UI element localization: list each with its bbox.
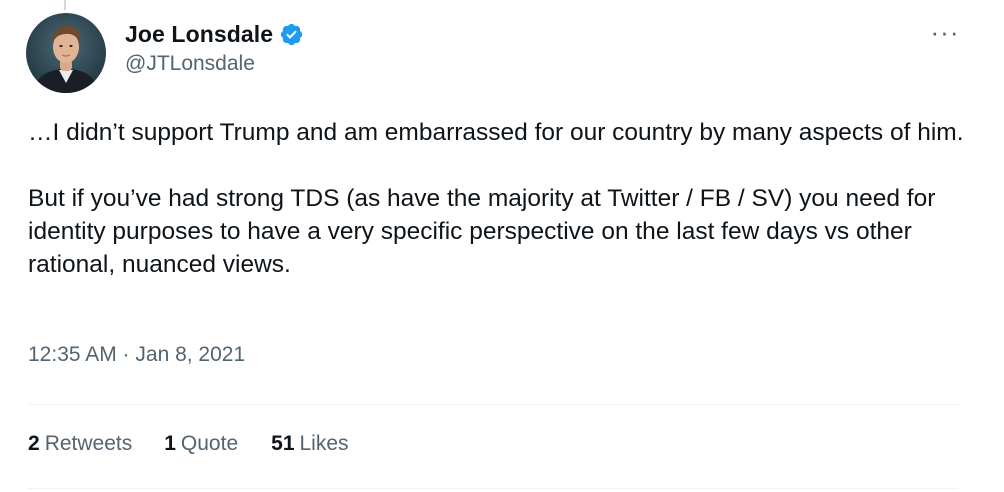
likes-label: Likes — [299, 432, 349, 455]
avatar[interactable] — [26, 13, 106, 93]
tweet-paragraph: But if you’ve had strong TDS (as have th… — [28, 185, 936, 278]
retweets-stat[interactable]: 2 Retweets — [28, 432, 132, 456]
likes-count: 51 — [271, 432, 295, 455]
profile-photo — [26, 13, 106, 93]
verified-badge-icon — [279, 22, 304, 47]
quotes-stat[interactable]: 1 Quote — [164, 432, 238, 456]
retweets-count: 2 — [28, 432, 40, 455]
author-display-name[interactable]: Joe Lonsdale — [125, 21, 273, 48]
divider — [28, 404, 958, 405]
thread-connector — [64, 0, 66, 10]
more-options-button[interactable]: ··· — [928, 17, 962, 47]
likes-stat[interactable]: 51 Likes — [271, 432, 348, 456]
more-icon: ··· — [930, 17, 960, 47]
tweet-paragraph: …I didn’t support Trump and am embarrass… — [28, 119, 964, 146]
tweet-text: …I didn’t support Trump and am embarrass… — [28, 116, 978, 281]
quotes-count: 1 — [164, 432, 176, 455]
retweets-label: Retweets — [44, 432, 133, 455]
author-handle[interactable]: @JTLonsdale — [125, 52, 255, 76]
author-name-row[interactable]: Joe Lonsdale — [125, 18, 304, 50]
quotes-label: Quote — [180, 432, 239, 455]
engagement-stats: 2 Retweets 1 Quote 51 Likes — [28, 432, 349, 456]
tweet-timestamp[interactable]: 12:35 AM · Jan 8, 2021 — [28, 343, 245, 367]
divider — [28, 488, 958, 489]
